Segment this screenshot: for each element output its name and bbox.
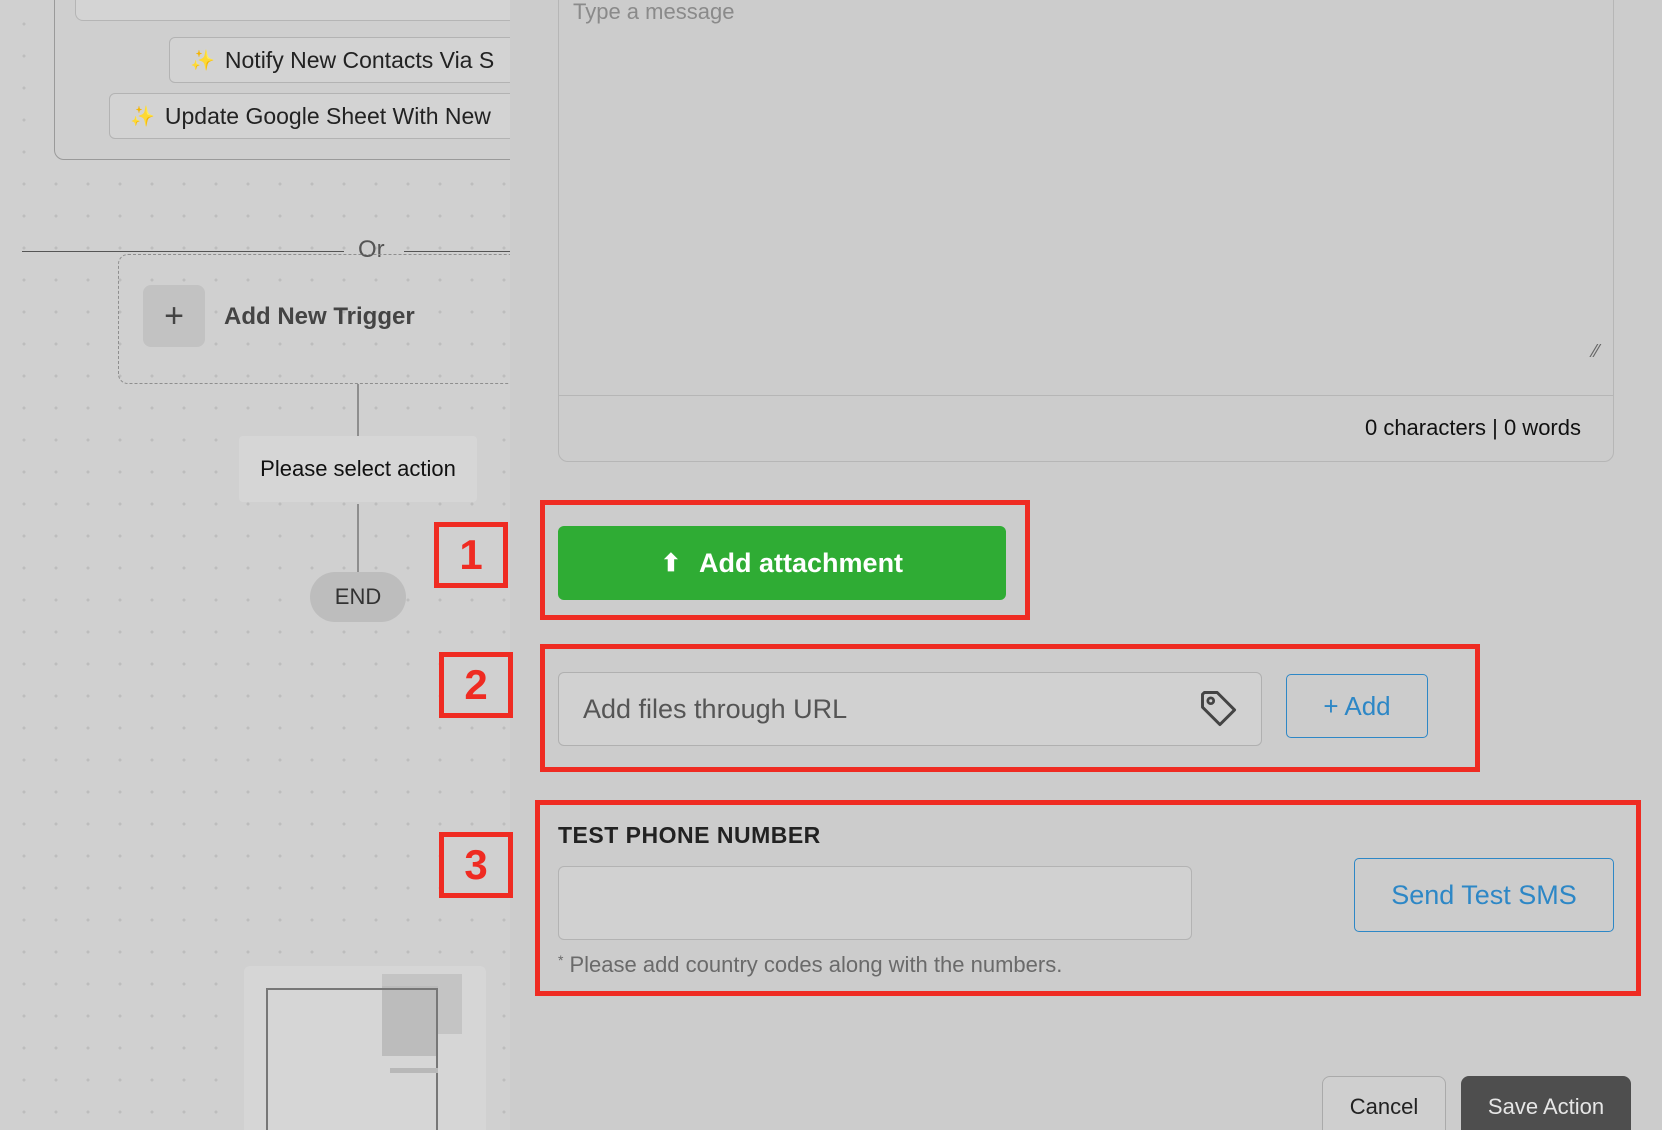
suggestion-update-google-sheet[interactable]: ✨ Update Google Sheet With New [109,93,510,139]
sparkle-icon: ✨ [130,105,155,128]
end-node: END [310,572,406,622]
annotation-box-1 [540,500,1030,620]
message-textarea[interactable] [559,0,1613,395]
character-word-count: 0 characters | 0 words [1364,415,1581,440]
cancel-button[interactable]: Cancel [1322,1076,1446,1130]
add-new-trigger[interactable]: + Add New Trigger [118,254,510,384]
connector-line [357,384,359,436]
annotation-box-2 [540,644,1480,772]
add-trigger-label: Add New Trigger [224,303,415,330]
annotation-box-3 [535,800,1641,996]
select-action-node[interactable]: Please select action [239,436,477,502]
suggestion-label: Notify New Contacts Via S [224,46,495,73]
minimap-block [390,1068,438,1073]
or-divider-right [404,251,510,252]
suggestion-label: Update Google Sheet With New [164,102,491,129]
editor-divider [559,395,1613,396]
annotation-number-2: 2 [439,652,513,718]
minimap-viewport[interactable] [266,988,438,1130]
or-divider-left [22,251,344,252]
sparkle-icon: ✨ [190,49,215,72]
connector-line [357,504,359,574]
plus-icon: + [143,285,205,347]
canvas-minimap[interactable] [244,966,486,1130]
resize-handle-icon[interactable]: ⁄⁄ [1593,341,1599,362]
annotation-number-3: 3 [439,832,513,898]
message-editor: ⁄⁄ 0 characters | 0 words [558,0,1614,462]
trigger-card-header [75,0,510,21]
save-action-button[interactable]: Save Action [1461,1076,1631,1130]
annotation-number-1: 1 [434,522,508,588]
suggestion-notify-new-contacts[interactable]: ✨ Notify New Contacts Via S [169,37,510,83]
